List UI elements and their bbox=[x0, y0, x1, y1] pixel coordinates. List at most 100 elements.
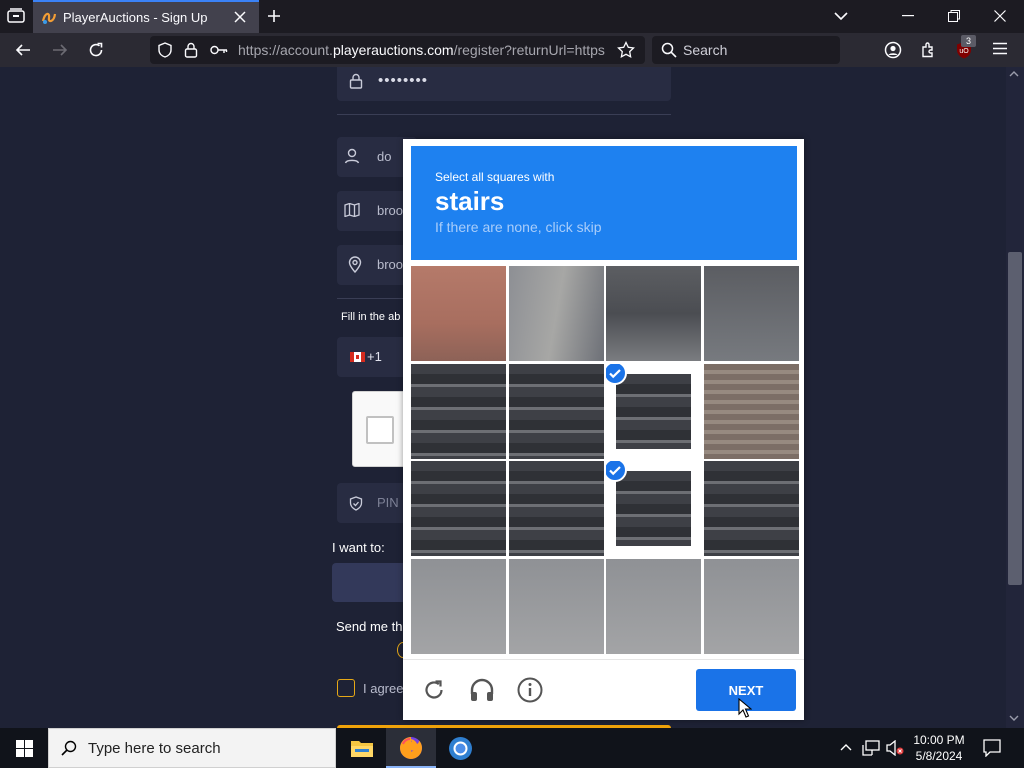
site-favicon-icon bbox=[41, 10, 57, 26]
username-value: do bbox=[377, 149, 392, 164]
canada-flag-icon bbox=[350, 352, 365, 362]
send-me-label: Send me th bbox=[336, 619, 403, 634]
account-icon[interactable] bbox=[884, 41, 902, 59]
audio-challenge-icon[interactable] bbox=[469, 677, 495, 703]
captcha-tile[interactable] bbox=[704, 559, 799, 654]
lock-icon bbox=[349, 73, 363, 89]
url-text[interactable]: https://account.playerauctions.com/regis… bbox=[238, 42, 606, 58]
close-window-icon[interactable] bbox=[994, 10, 1006, 22]
list-tabs-chevron-icon[interactable] bbox=[834, 11, 848, 21]
selected-check-icon bbox=[606, 461, 628, 483]
recaptcha-checkbox[interactable] bbox=[366, 416, 394, 444]
i-want-to-select[interactable] bbox=[332, 563, 412, 602]
search-placeholder: Search bbox=[683, 42, 728, 58]
captcha-tile[interactable] bbox=[704, 363, 799, 459]
tab-strip: PlayerAuctions - Sign Up bbox=[0, 0, 1024, 33]
extension-badge: 3 bbox=[961, 35, 976, 47]
password-mask: •••••••• bbox=[378, 72, 429, 89]
captcha-challenge: Select all squares with stairs If there … bbox=[403, 139, 804, 720]
bookmark-star-icon[interactable] bbox=[617, 41, 635, 59]
info-icon[interactable] bbox=[517, 677, 543, 703]
address-value: broo bbox=[377, 203, 404, 218]
captcha-tile[interactable] bbox=[606, 559, 702, 654]
reload-icon[interactable] bbox=[88, 42, 104, 58]
network-icon[interactable] bbox=[862, 740, 880, 756]
captcha-hint: If there are none, click skip bbox=[435, 219, 602, 235]
captcha-keyword: stairs bbox=[435, 186, 505, 216]
captcha-tile-image bbox=[616, 471, 692, 547]
divider bbox=[337, 114, 671, 115]
search-icon bbox=[61, 740, 77, 756]
firefox-icon bbox=[399, 736, 423, 760]
file-explorer-icon[interactable] bbox=[350, 738, 374, 758]
tab-title: PlayerAuctions - Sign Up bbox=[63, 10, 208, 25]
volume-muted-icon[interactable] bbox=[886, 740, 904, 756]
lock-icon[interactable] bbox=[184, 42, 198, 58]
clock-date: 5/8/2024 bbox=[915, 749, 963, 763]
user-icon bbox=[344, 148, 360, 164]
captcha-tile[interactable] bbox=[508, 363, 604, 459]
notifications-icon[interactable] bbox=[983, 739, 1001, 757]
reload-challenge-icon[interactable] bbox=[422, 678, 446, 702]
svg-text:uO: uO bbox=[959, 48, 969, 55]
restore-icon[interactable] bbox=[948, 10, 960, 22]
taskbar-search-box[interactable]: Type here to search bbox=[48, 728, 336, 768]
password-field[interactable]: •••••••• bbox=[337, 67, 671, 101]
url-domain: playerauctions.com bbox=[332, 42, 454, 58]
selected-check-icon bbox=[606, 363, 628, 385]
firefox-taskbar-button[interactable] bbox=[386, 728, 436, 768]
fill-in-label: Fill in the ab bbox=[341, 311, 401, 323]
captcha-tile[interactable] bbox=[411, 266, 506, 361]
scroll-up-icon[interactable] bbox=[1009, 70, 1019, 78]
back-icon[interactable] bbox=[15, 42, 31, 58]
i-want-to-label: I want to: bbox=[332, 540, 385, 555]
search-icon bbox=[661, 42, 677, 58]
divider bbox=[403, 659, 804, 660]
captcha-tile[interactable] bbox=[606, 266, 702, 361]
taskbar-search-placeholder: Type here to search bbox=[88, 740, 221, 757]
new-tab-icon[interactable] bbox=[266, 8, 282, 24]
tracking-shield-icon[interactable] bbox=[157, 42, 173, 58]
captcha-tile[interactable] bbox=[411, 363, 506, 459]
mouse-cursor-icon bbox=[738, 698, 752, 718]
phone-code: +1 bbox=[367, 349, 382, 364]
scrollbar-thumb[interactable] bbox=[1008, 252, 1022, 585]
windows-start-icon[interactable] bbox=[16, 740, 33, 757]
captcha-instruction: Select all squares with bbox=[435, 170, 555, 184]
location-pin-icon bbox=[348, 256, 362, 273]
captcha-prompt: Select all squares with stairs If there … bbox=[411, 146, 797, 260]
shield-check-icon bbox=[349, 496, 363, 511]
captcha-tile[interactable] bbox=[606, 461, 702, 557]
captcha-tile[interactable] bbox=[704, 266, 799, 361]
captcha-tile[interactable] bbox=[411, 559, 506, 654]
captcha-tile[interactable] bbox=[508, 266, 604, 361]
firefox-view-icon[interactable] bbox=[7, 8, 25, 24]
menu-icon[interactable] bbox=[993, 42, 1007, 55]
forward-icon[interactable] bbox=[52, 42, 68, 58]
tab-playerauctions[interactable]: PlayerAuctions - Sign Up bbox=[33, 0, 259, 33]
scroll-down-icon[interactable] bbox=[1009, 714, 1019, 722]
url-path: /register?returnUrl=https bbox=[453, 42, 605, 58]
extensions-icon[interactable] bbox=[920, 41, 938, 59]
captcha-tile[interactable] bbox=[508, 559, 604, 654]
agree-checkbox[interactable] bbox=[337, 679, 355, 697]
show-hidden-icons-chevron-icon[interactable] bbox=[840, 743, 852, 751]
agree-label: I agree bbox=[363, 681, 404, 696]
clock[interactable]: 10:00 PM 5/8/2024 bbox=[912, 732, 966, 764]
captcha-tile-image bbox=[616, 373, 692, 449]
city-value: broo bbox=[377, 257, 404, 272]
close-tab-icon[interactable] bbox=[234, 11, 246, 23]
captcha-tile[interactable] bbox=[411, 461, 506, 557]
clock-time: 10:00 PM bbox=[913, 733, 965, 747]
pin-placeholder: PIN bbox=[377, 495, 399, 510]
search-bar[interactable]: Search bbox=[652, 36, 840, 64]
captcha-image-grid bbox=[411, 266, 799, 654]
captcha-tile[interactable] bbox=[508, 461, 604, 557]
captcha-tile[interactable] bbox=[704, 461, 799, 557]
chrome-icon[interactable] bbox=[448, 736, 473, 761]
url-prefix: https://account. bbox=[238, 42, 333, 58]
captcha-tile[interactable] bbox=[606, 363, 702, 459]
url-bar[interactable]: https://account.playerauctions.com/regis… bbox=[150, 36, 645, 64]
key-icon[interactable] bbox=[210, 44, 228, 56]
minimize-icon[interactable] bbox=[902, 15, 914, 17]
